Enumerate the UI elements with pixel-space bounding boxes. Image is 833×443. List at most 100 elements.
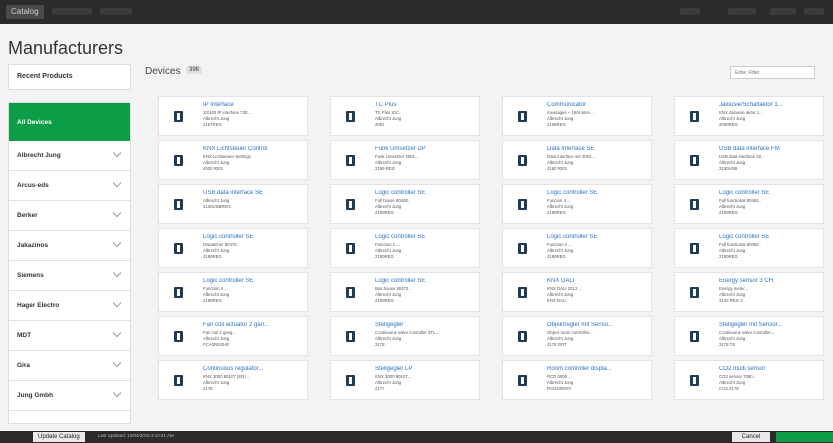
manufacturer-item[interactable]: Jakazinos [9, 231, 130, 261]
chevron-down-icon[interactable] [112, 148, 122, 158]
device-card[interactable]: Logic controller SE Funcion 4 ... Albrecht… [502, 184, 652, 224]
device-card[interactable]: Stellgegler LP KNX 3000 80107... Albrecht … [330, 360, 480, 400]
device-name[interactable]: KNX DALI [547, 278, 649, 284]
device-card[interactable]: Logic controller SE Function 4 ... Albrech… [502, 228, 652, 268]
device-detail: Albrecht Jung [203, 380, 230, 385]
device-name[interactable]: Objektregler mit Senso... [547, 322, 649, 328]
device-name[interactable]: Stellgegler LP [375, 366, 477, 372]
device-detail: KNX 3000 80107... [375, 374, 412, 379]
device-name[interactable]: IP Interface [203, 102, 305, 108]
device-name[interactable]: Logic controller SE [719, 234, 821, 240]
filter-input[interactable] [730, 66, 815, 79]
device-name[interactable]: USB data interface SE [203, 190, 305, 196]
chevron-down-icon[interactable] [112, 388, 122, 398]
device-name[interactable]: TC Plus [375, 102, 477, 108]
manufacturer-item[interactable]: Arcus-eds [9, 171, 130, 201]
device-card[interactable]: Communicator messages + 16/8 sites ... Alb… [502, 96, 652, 136]
device-card[interactable]: TC Plus TC Plus IGC.. Albrecht Jung 2001 [330, 96, 480, 136]
device-name[interactable]: Continuous regulator... [203, 366, 305, 372]
device-card[interactable]: Logic controller SE Full functional 80482… [674, 184, 824, 224]
device-detail: 2060REG [719, 122, 738, 127]
device-card[interactable]: USB data interface FM USB data interface … [674, 140, 824, 180]
device-detail: Function 4 ... [547, 242, 572, 247]
device-card[interactable]: KNX DALI KNX DALI 2012... Albrecht Jung KNX… [502, 272, 652, 312]
device-card[interactable]: Logic controller SE Function 1 ... Albrech… [330, 228, 480, 268]
app-tab[interactable]: Catalog [6, 5, 44, 19]
device-name[interactable]: CO2 multi sensor [719, 366, 821, 372]
device-card[interactable]: Jalousie/Schaltaktor 1... KNX Jalousie ak… [674, 96, 824, 136]
manufacturer-item[interactable]: Siemens [9, 261, 130, 291]
manufacturer-item[interactable]: Gira [9, 351, 130, 381]
manufacturer-item[interactable]: Berker [9, 201, 130, 231]
device-name[interactable]: Logic controller SE [719, 190, 821, 196]
chevron-down-icon[interactable] [112, 238, 122, 248]
device-name[interactable]: Logic controller SE [375, 190, 477, 196]
device-detail: 2178 TS [719, 342, 736, 347]
chevron-down-icon[interactable] [112, 178, 122, 188]
device-detail: 3140 REG 3 [719, 298, 743, 303]
chevron-down-icon[interactable] [112, 358, 122, 368]
device-name[interactable]: Logic controller SE [547, 190, 649, 196]
device-name[interactable]: Energy sensor 3 CH [719, 278, 821, 284]
recent-products-button[interactable]: Recent Products [8, 64, 131, 90]
manufacturer-item[interactable]: MDT [9, 321, 130, 351]
device-count-badge: 398 [186, 66, 203, 74]
chevron-down-icon[interactable] [112, 268, 122, 278]
manufacturer-item[interactable]: All Devices [9, 103, 130, 141]
manufacturer-label: MDT [17, 332, 32, 339]
device-card[interactable]: Logic controller SE Full functional 80482… [674, 228, 824, 268]
device-detail: 2168REG [547, 122, 566, 127]
window-control[interactable] [680, 8, 700, 15]
device-card[interactable]: Logic controller SE Full house 80482.. Alb… [330, 184, 480, 224]
device-icon [690, 155, 699, 166]
device-card[interactable]: Funk Umsetzer DP Funk Umsetzer 2001... Alb… [330, 140, 480, 180]
device-name[interactable]: Stellgegler mit Sensor... [719, 322, 821, 328]
device-card[interactable]: Continuous regulator... KNX 3000 80107 (E… [158, 360, 308, 400]
device-detail: KNX 3000 80107 (EN) ... [203, 374, 251, 379]
manufacturer-item[interactable]: Albrecht Jung [9, 141, 130, 171]
device-card[interactable]: Logic controller SE Function 4 ... Albrech… [158, 272, 308, 312]
device-name[interactable]: Fan coil actuator 2 gan... [203, 322, 305, 328]
device-detail: 2190REG [375, 298, 394, 303]
device-card[interactable]: KNX Lichtsteuer Control KNX Lichtsteuer S… [158, 140, 308, 180]
device-detail: Function 4 ... [203, 286, 228, 291]
device-card[interactable]: USB data interface SE Albrecht Jung 2130US… [158, 184, 308, 224]
device-name[interactable]: Logic controller SE [203, 234, 305, 240]
chevron-down-icon[interactable] [112, 328, 122, 338]
cancel-button[interactable]: Cancel [732, 432, 770, 442]
window-control[interactable] [804, 8, 824, 15]
device-name[interactable]: Logic controller SE [375, 278, 477, 284]
chevron-down-icon[interactable] [112, 298, 122, 308]
device-card[interactable]: Fan coil actuator 2 gan... Fan coil 2 gan… [158, 316, 308, 356]
device-name[interactable]: USB data interface FM [719, 146, 821, 152]
device-name[interactable]: Communicator [547, 102, 649, 108]
device-name[interactable]: Stellgegler [375, 322, 477, 328]
device-name[interactable]: Logic controller SE [547, 234, 649, 240]
window-control[interactable] [770, 8, 796, 15]
confirm-button[interactable] [776, 432, 833, 442]
device-card[interactable]: Stellgegler Continuous valve controller 3… [330, 316, 480, 356]
device-card[interactable]: Data Interface SE Data interface set 2002… [502, 140, 652, 180]
chevron-down-icon[interactable] [112, 208, 122, 218]
manufacturer-item[interactable]: Jung Gmbh [9, 381, 130, 411]
manufacturer-item[interactable]: Hager Electro [9, 291, 130, 321]
device-name[interactable]: Data Interface SE [547, 146, 649, 152]
device-card[interactable]: Logic controller SE Bus house 80472.. Albr… [330, 272, 480, 312]
device-card[interactable]: Room controller displa... RCD 3000 ... Alb… [502, 360, 652, 400]
device-card[interactable]: IP Interface 10/100 IP interface 730... Al… [158, 96, 308, 136]
device-name[interactable]: Funk Umsetzer DP [375, 146, 477, 152]
window-control[interactable] [728, 8, 756, 15]
device-card[interactable]: CO2 multi sensor CO2 sensor 7080... Albrec… [674, 360, 824, 400]
device-name[interactable]: Logic controller SE [375, 234, 477, 240]
device-detail: RCD4092ST [547, 386, 572, 391]
device-name[interactable]: Jalousie/Schaltaktor 1... [719, 102, 821, 108]
device-card[interactable]: Objektregler mit Senso... Object room con… [502, 316, 652, 356]
update-catalog-button[interactable]: Update Catalog [33, 432, 85, 442]
device-name[interactable]: Room controller displa... [547, 366, 649, 372]
device-name[interactable]: Logic controller SE [203, 278, 305, 284]
device-detail: Albrecht Jung [719, 380, 746, 385]
device-card[interactable]: Energy sensor 3 CH Energy meter... Albrech… [674, 272, 824, 312]
device-card[interactable]: Logic controller SE Dispatcher 80470.. Alb… [158, 228, 308, 268]
device-card[interactable]: Stellgegler mit Sensor... Continuous valv… [674, 316, 824, 356]
device-name[interactable]: KNX Lichtsteuer Control [203, 146, 305, 152]
